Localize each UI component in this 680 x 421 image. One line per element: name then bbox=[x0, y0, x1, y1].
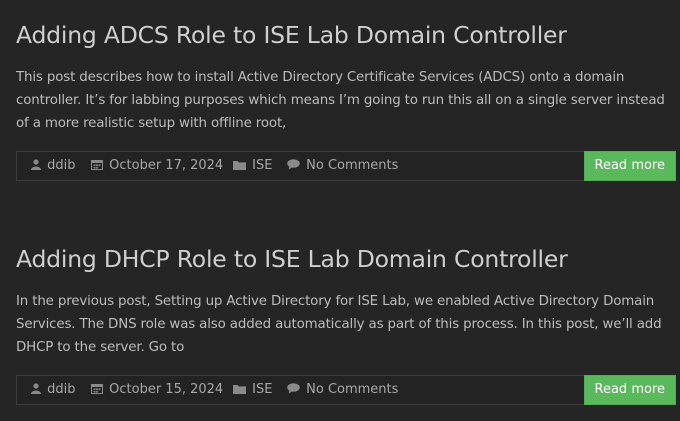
post-comments-label: No Comments bbox=[306, 158, 399, 173]
post-date[interactable]: October 15, 2024 bbox=[91, 376, 223, 404]
post-author[interactable]: ddib bbox=[31, 152, 76, 180]
read-more-button[interactable]: Read more bbox=[583, 375, 676, 405]
post-meta-bar: ddib October 17, 2024 ISE No Comments Re… bbox=[16, 151, 676, 181]
post-title-link[interactable]: Adding ADCS Role to ISE Lab Domain Contr… bbox=[16, 17, 676, 53]
folder-icon bbox=[233, 161, 246, 170]
post-meta-bar: ddib October 15, 2024 ISE No Comments Re… bbox=[16, 375, 676, 405]
folder-icon bbox=[233, 385, 246, 394]
post-category[interactable]: ISE bbox=[233, 376, 272, 404]
user-icon bbox=[31, 383, 41, 394]
post-category-label: ISE bbox=[252, 382, 273, 397]
post-date-label: October 15, 2024 bbox=[109, 382, 224, 397]
calendar-icon bbox=[91, 384, 103, 394]
post-date[interactable]: October 17, 2024 bbox=[91, 152, 223, 180]
post-excerpt: In the previous post, Setting up Active … bbox=[16, 294, 662, 355]
post-category-label: ISE bbox=[252, 158, 273, 173]
post-author-label: ddib bbox=[47, 382, 76, 397]
post-comments[interactable]: No Comments bbox=[287, 152, 398, 180]
blog-post-list: Adding ADCS Role to ISE Lab Domain Contr… bbox=[0, 0, 680, 421]
post-author[interactable]: ddib bbox=[31, 376, 76, 404]
post-date-label: October 17, 2024 bbox=[109, 158, 224, 173]
user-icon bbox=[31, 159, 41, 170]
post-author-label: ddib bbox=[47, 158, 76, 173]
read-more-button[interactable]: Read more bbox=[583, 151, 676, 181]
post-title-link[interactable]: Adding DHCP Role to ISE Lab Domain Contr… bbox=[16, 241, 676, 277]
calendar-icon bbox=[91, 160, 103, 170]
post-excerpt: This post describes how to install Activ… bbox=[16, 70, 665, 131]
comment-icon bbox=[287, 159, 300, 170]
post-comments-label: No Comments bbox=[306, 382, 399, 397]
post-comments[interactable]: No Comments bbox=[287, 376, 398, 404]
post-category[interactable]: ISE bbox=[233, 152, 272, 180]
comment-icon bbox=[287, 383, 300, 394]
post-entry: Adding DHCP Role to ISE Lab Domain Contr… bbox=[16, 241, 676, 405]
post-entry: Adding ADCS Role to ISE Lab Domain Contr… bbox=[16, 17, 676, 181]
